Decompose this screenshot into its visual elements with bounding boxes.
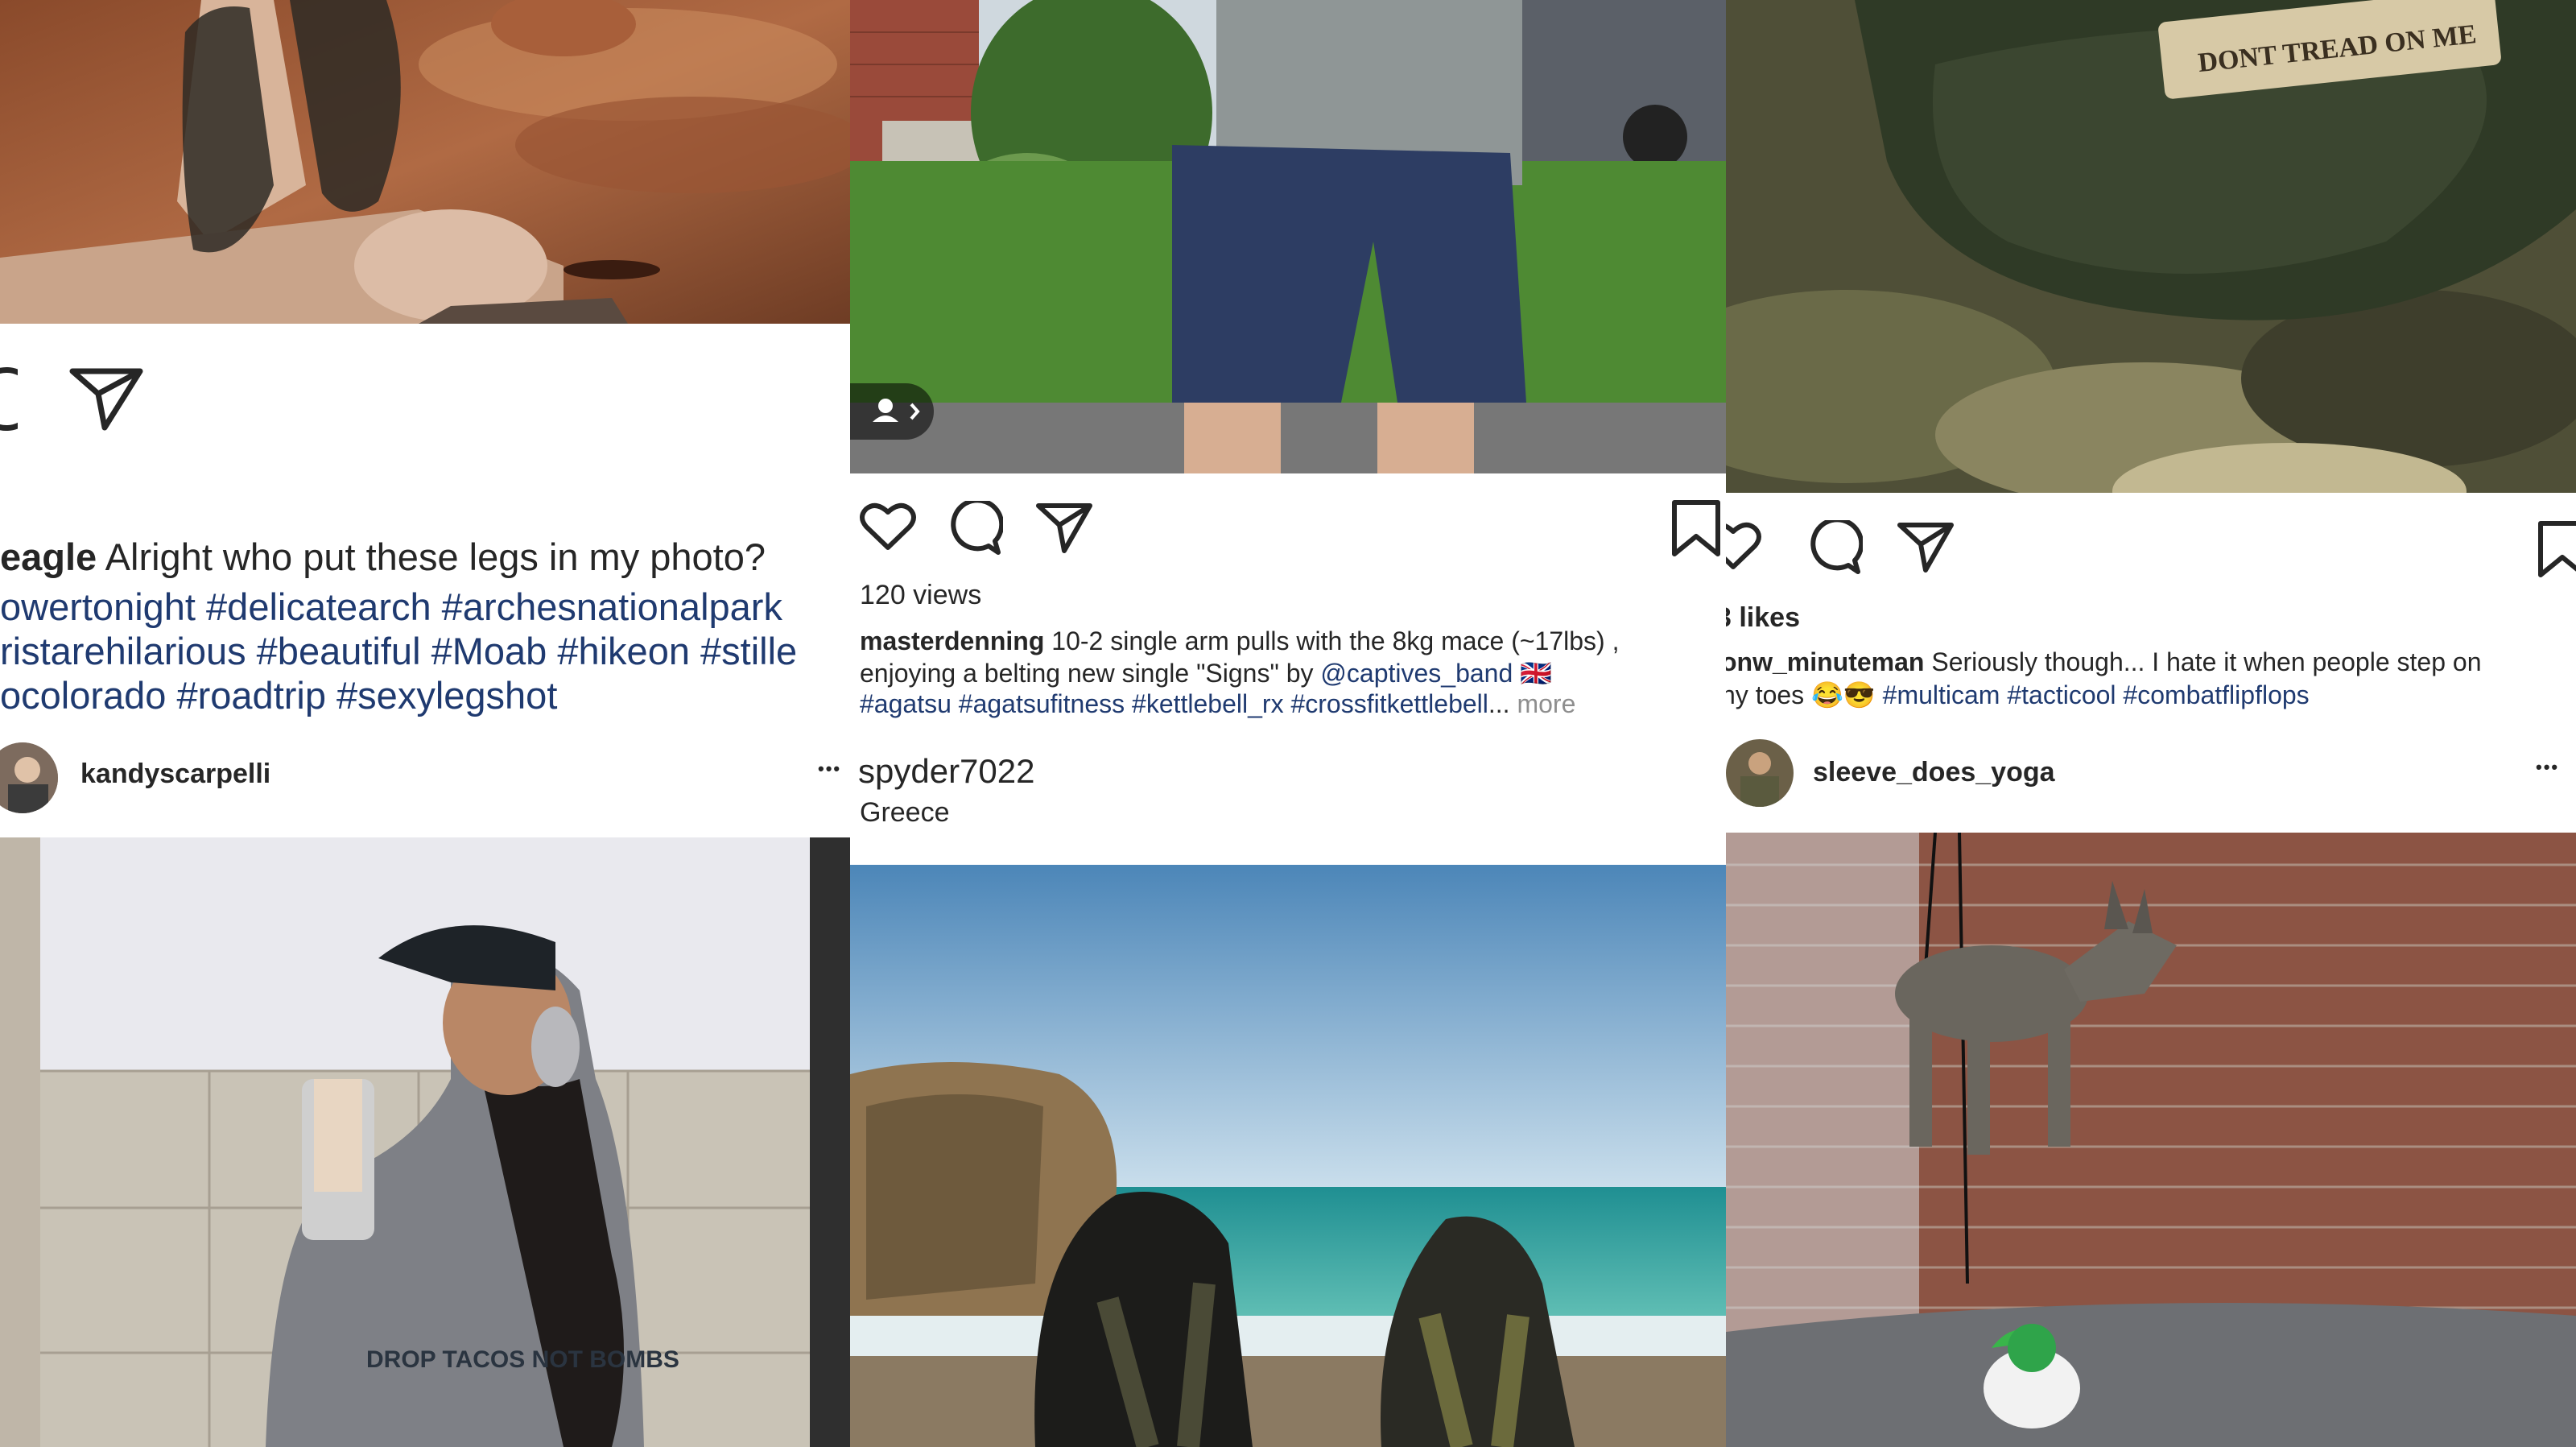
heart-icon[interactable] — [1726, 520, 1761, 572]
post-photo-mirror-selfie[interactable]: DROP TACOS NOT BOMBS — [0, 837, 850, 1447]
caption-username[interactable]: masterdenning — [860, 626, 1044, 655]
heart-icon[interactable] — [860, 501, 916, 552]
post-username[interactable]: spyder7022 — [858, 752, 1035, 791]
post-caption: eagle Alright who put these legs in my p… — [0, 535, 766, 580]
bookmark-icon[interactable] — [2536, 520, 2576, 578]
caption-hashtags-line-3[interactable]: ocolorado #roadtrip #sexylegshot — [0, 673, 557, 717]
caption-hashtags[interactable]: #agatsu #agatsufitness #kettlebell_rx #c… — [860, 689, 1488, 718]
caption-text: ny toes 😂😎 — [1726, 680, 1883, 709]
caption-text: Alright who put these legs in my photo? — [97, 535, 766, 578]
share-icon[interactable] — [1897, 522, 1955, 573]
feed-column-1: eagle Alright who put these legs in my p… — [0, 0, 850, 1447]
caption-hashtags[interactable]: #multicam #tacticool #combatflipflops — [1883, 680, 2310, 709]
flag-emoji: 🇬🇧 — [1513, 659, 1552, 688]
post-photo-combat-flipflops[interactable]: DONT TREAD ON ME — [1726, 0, 2576, 493]
post-caption-line-1: onw_minuteman Seriously though... I hate… — [1726, 647, 2481, 677]
caption-ellipsis: ... — [1488, 689, 1510, 718]
feed-column-2: 120 views masterdenning 10-2 single arm … — [850, 0, 1726, 1447]
share-icon[interactable] — [1035, 502, 1093, 554]
comment-icon[interactable] — [0, 366, 18, 431]
comment-icon[interactable] — [1806, 520, 1863, 575]
post-username[interactable]: sleeve_does_yoga — [1813, 757, 2055, 788]
caption-hashtags-line-2[interactable]: ristarehilarious #beautiful #Moab #hikeo… — [0, 629, 797, 673]
share-icon[interactable] — [69, 366, 143, 432]
post-caption-line-2: ny toes 😂😎 #multicam #tacticool #combatf… — [1726, 680, 2310, 710]
post-photo-delicate-arch[interactable] — [0, 0, 850, 324]
caption-text: enjoying a belting new single "Signs" by — [860, 659, 1321, 688]
post-caption-line-3: #agatsu #agatsufitness #kettlebell_rx #c… — [860, 689, 1575, 719]
avatar[interactable] — [1726, 739, 1794, 807]
shirt-text: DROP TACOS NOT BOMBS — [366, 1346, 679, 1373]
post-caption-line-2: enjoying a belting new single "Signs" by… — [860, 658, 1552, 688]
caption-username[interactable]: onw_minuteman — [1726, 647, 1924, 676]
tagged-people-badge[interactable] — [850, 383, 934, 440]
caption-text: 10-2 single arm pulls with the 8kg mace … — [1044, 626, 1620, 655]
comment-icon[interactable] — [947, 501, 1003, 556]
feed-column-3: DONT TREAD ON ME 3 likes onw_minuteman S… — [1726, 0, 2576, 1447]
post-location[interactable]: Greece — [860, 797, 950, 829]
more-options-icon[interactable]: ••• — [2536, 757, 2559, 778]
more-link[interactable]: more — [1517, 689, 1575, 718]
caption-hashtags-line-1[interactable]: owertonight #delicatearch #archesnationa… — [0, 585, 782, 629]
caption-username[interactable]: eagle — [0, 535, 97, 578]
like-count[interactable]: 3 likes — [1726, 602, 1800, 634]
avatar[interactable] — [0, 742, 58, 813]
post-caption-line-1: masterdenning 10-2 single arm pulls with… — [860, 626, 1619, 656]
caption-text: Seriously though... I hate it when peopl… — [1924, 647, 2482, 676]
post-username[interactable]: kandyscarpelli — [80, 759, 270, 790]
post-video-yard[interactable] — [850, 0, 1726, 473]
more-options-icon[interactable]: ••• — [818, 759, 841, 779]
post-photo-donkey-ornament[interactable] — [1726, 833, 2576, 1447]
view-count[interactable]: 120 views — [860, 580, 981, 611]
bookmark-icon[interactable] — [1670, 499, 1723, 557]
caption-mention[interactable]: @captives_band — [1320, 659, 1513, 688]
post-photo-greece-beach[interactable] — [850, 865, 1726, 1447]
